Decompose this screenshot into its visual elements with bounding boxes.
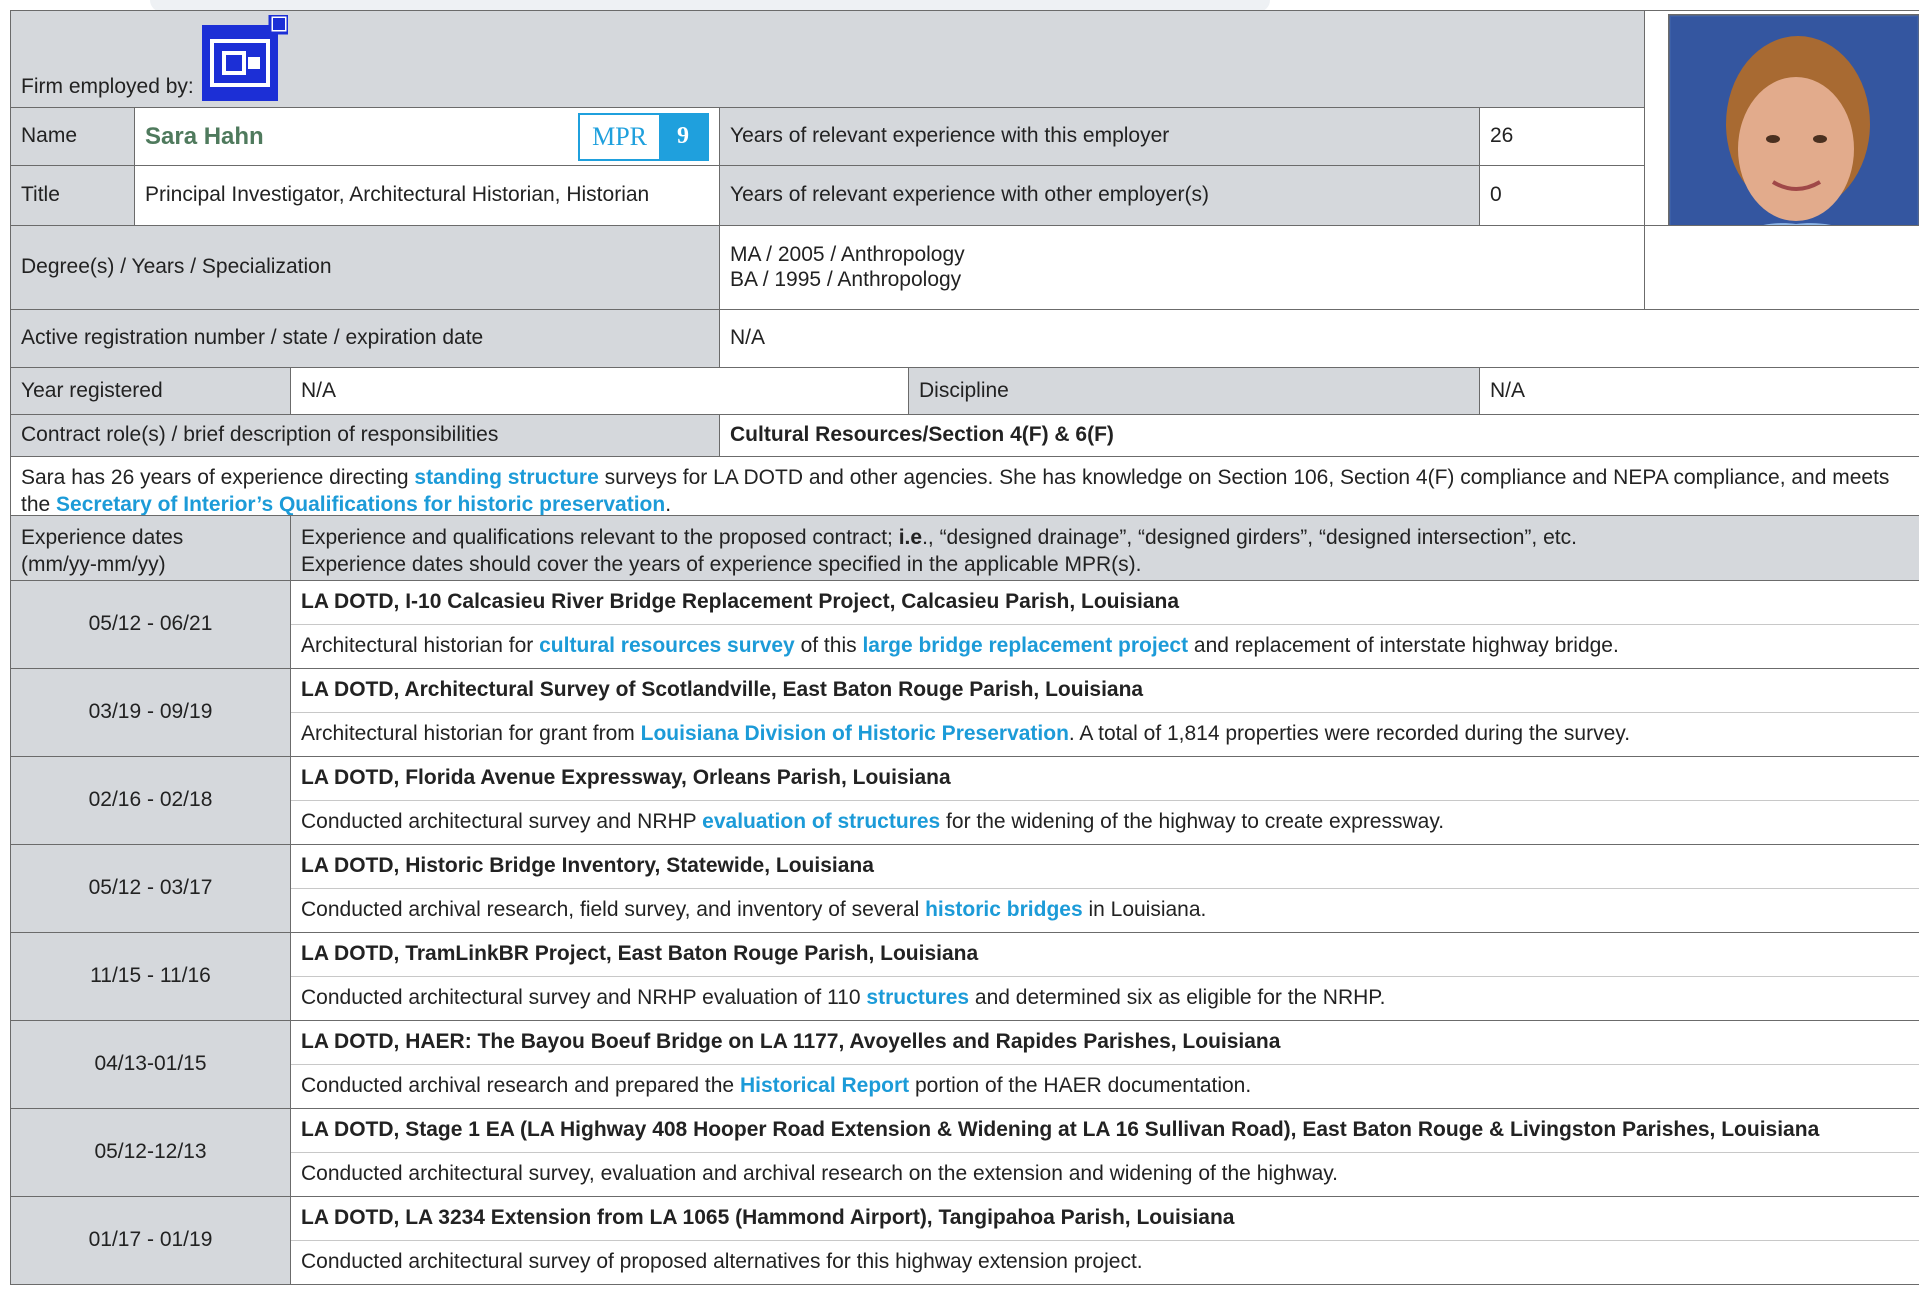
title-value: Principal Investigator, Architectural Hi… [145,183,650,207]
ie-text: i.e [898,526,923,549]
project-dates-7: 01/17 - 01/19 [11,1197,291,1285]
title-value-cell: Principal Investigator, Architectural Hi… [135,166,720,226]
project-detail-6: LA DOTD, Stage 1 EA (LA Highway 408 Hoop… [291,1109,1919,1197]
project-description-7: Conducted architectural survey of propos… [301,1250,1143,1274]
name-label: Name [21,124,78,148]
years-other-value-cell: 0 [1480,166,1645,226]
project-detail-0: LA DOTD, I-10 Calcasieu River Bridge Rep… [291,581,1919,669]
title-label: Title [21,183,60,207]
company-logo-icon [201,15,288,101]
project-title-2: LA DOTD, Florida Avenue Expressway, Orle… [291,757,1919,801]
resume-table: Firm employed by: Name Sara Hahn MPR 9 Y… [10,10,1919,1285]
year-registered-label-cell: Year registered [11,368,291,415]
summary-text-1: Sara has 26 years of experience directin… [21,466,415,489]
project-title-4: LA DOTD, TramLinkBR Project, East Baton … [291,933,1919,977]
experience-desc-line-2: Experience dates should cover the years … [301,553,1142,577]
project-detail-2: LA DOTD, Florida Avenue Expressway, Orle… [291,757,1919,845]
registration-value-cell: N/A [720,310,1919,368]
years-other-label: Years of relevant experience with other … [730,183,1209,207]
years-employer-label-cell: Years of relevant experience with this e… [720,108,1480,166]
degree-value-cell: MA / 2005 / Anthropology BA / 1995 / Ant… [720,226,1645,310]
project-description-2: Conducted architectural survey and NRHP … [301,810,1445,834]
role-value-cell: Cultural Resources/Section 4(F) & 6(F) [720,415,1919,457]
experience-description-header: Experience and qualifications relevant t… [291,516,1919,581]
project-detail-3: LA DOTD, Historic Bridge Inventory, Stat… [291,845,1919,933]
degree-label-cell: Degree(s) / Years / Specialization [11,226,720,310]
role-value: Cultural Resources/Section 4(F) & 6(F) [730,423,1114,447]
discipline-value-cell: N/A [1480,368,1919,415]
registration-value: N/A [730,326,766,350]
project-title-7: LA DOTD, LA 3234 Extension from LA 1065 … [291,1197,1919,1241]
photo-cell [1645,11,1919,226]
mpr-number: 9 [659,114,707,159]
name-value-cell: Sara Hahn MPR 9 [135,108,720,166]
project-description-5: Conducted archival research and prepared… [301,1074,1252,1098]
person-name: Sara Hahn [145,122,264,150]
role-label: Contract role(s) / brief description of … [21,423,499,447]
project-dates-0: 05/12 - 06/21 [11,581,291,669]
discipline-value: N/A [1490,378,1526,402]
project-dates-3: 05/12 - 03/17 [11,845,291,933]
year-registered-value: N/A [301,378,337,402]
experience-dates-label-1: Experience dates [21,526,184,549]
project-title-0: LA DOTD, I-10 Calcasieu River Bridge Rep… [291,581,1919,625]
project-title-1: LA DOTD, Architectural Survey of Scotlan… [291,669,1919,713]
firm-employed-cell: Firm employed by: [11,11,1645,108]
mpr-badge: MPR 9 [578,112,709,161]
discipline-label: Discipline [919,378,1009,402]
years-employer-label: Years of relevant experience with this e… [730,124,1170,148]
experience-desc-line-1: Experience and qualifications relevant t… [301,526,1577,549]
years-employer-value-cell: 26 [1480,108,1645,166]
project-description-4: Conducted architectural survey and NRHP … [301,986,1386,1010]
discipline-label-cell: Discipline [909,368,1480,415]
year-registered-value-cell: N/A [291,368,909,415]
registration-label: Active registration number / state / exp… [21,326,484,350]
name-label-cell: Name [11,108,135,166]
title-label-cell: Title [11,166,135,226]
degree-2: BA / 1995 / Anthropology [730,267,962,291]
years-other-value: 0 [1490,183,1502,207]
experience-dates-header: Experience dates (mm/yy-mm/yy) [11,516,291,581]
project-title-5: LA DOTD, HAER: The Bayou Boeuf Bridge on… [291,1021,1919,1065]
project-title-6: LA DOTD, Stage 1 EA (LA Highway 408 Hoop… [291,1109,1919,1153]
degree-1: MA / 2005 / Anthropology [730,243,965,267]
project-detail-5: LA DOTD, HAER: The Bayou Boeuf Bridge on… [291,1021,1919,1109]
experience-dates-label-2: (mm/yy-mm/yy) [21,553,166,577]
degree-label: Degree(s) / Years / Specialization [21,255,332,279]
project-detail-1: LA DOTD, Architectural Survey of Scotlan… [291,669,1919,757]
project-dates-4: 11/15 - 11/16 [11,933,291,1021]
firm-employed-label: Firm employed by: [21,74,194,98]
project-description-0: Architectural historian for cultural res… [301,634,1619,658]
project-dates-6: 05/12-12/13 [11,1109,291,1197]
project-dates-5: 04/13-01/15 [11,1021,291,1109]
project-title-3: LA DOTD, Historic Bridge Inventory, Stat… [291,845,1919,889]
project-description-1: Architectural historian for grant from L… [301,722,1631,746]
summary-text-3: . [665,493,672,516]
year-registered-label: Year registered [21,378,163,402]
project-detail-4: LA DOTD, TramLinkBR Project, East Baton … [291,933,1919,1021]
summary-cell: Sara has 26 years of experience directin… [11,457,1919,516]
registration-label-cell: Active registration number / state / exp… [11,310,720,368]
summary-highlight-1: standing structure [414,466,599,489]
project-description-6: Conducted architectural survey, evaluati… [301,1162,1339,1186]
summary-highlight-2: Secretary of Interior’s Qualifications f… [56,493,666,516]
project-detail-7: LA DOTD, LA 3234 Extension from LA 1065 … [291,1197,1919,1285]
project-dates-2: 02/16 - 02/18 [11,757,291,845]
project-dates-1: 03/19 - 09/19 [11,669,291,757]
years-other-label-cell: Years of relevant experience with other … [720,166,1480,226]
portrait-photo [1668,14,1919,225]
project-description-3: Conducted archival research, field surve… [301,898,1207,922]
mpr-label: MPR [592,121,647,151]
years-employer-value: 26 [1490,124,1514,148]
role-label-cell: Contract role(s) / brief description of … [11,415,720,457]
degree-spacer-cell [1645,226,1919,310]
